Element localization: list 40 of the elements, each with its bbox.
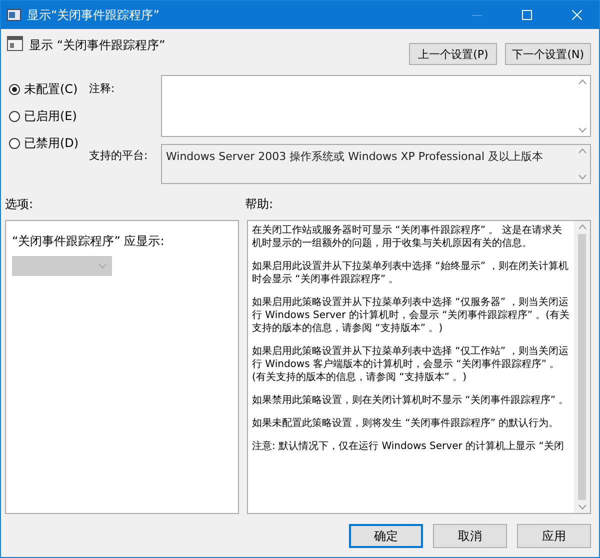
help-paragraph: 注意: 默认情况下，仅在运行 Windows Server 的计算机上显示 “关闭 bbox=[252, 440, 565, 453]
scroll-down-icon[interactable] bbox=[578, 174, 586, 180]
option-prompt: “关闭事件跟踪程序” 应显示: bbox=[12, 233, 166, 250]
help-paragraph: 如果启用此策略设置并从下拉菜单列表中选择 “仅服务器” ，则当关闭运行 Windows Server 的计算机时，会显示 “关闭事件跟踪程序” 。(有关支持的版本的信息，请参阅 “支持版本” 。) bbox=[252, 296, 570, 335]
scroll-up-icon[interactable] bbox=[578, 148, 586, 154]
help-paragraph: 如果启用此策略设置并从下拉菜单列表中选择 “仅工作站” ，则当关闭运行 Windows 客户端版本的计算机时，会显示 “关闭事件跟踪程序” 。(有关支持的版本的信息，请参阅 “支持版本” 。) bbox=[252, 345, 570, 384]
platform-label: 支持的平台: bbox=[89, 148, 149, 164]
radio-button[interactable] bbox=[9, 84, 20, 95]
radio-label: 未配置(C) bbox=[24, 81, 78, 98]
radio-button[interactable] bbox=[9, 138, 20, 149]
scroll-down-icon[interactable] bbox=[578, 127, 586, 133]
options-label: 选项: bbox=[5, 196, 34, 213]
scroll-down-icon[interactable] bbox=[578, 504, 586, 510]
help-paragraph: 如果启用此设置并从下拉菜单列表中选择 “始终显示” ，则在闭关计算机时会显示 “关闭事件跟踪程序” 。 bbox=[252, 260, 570, 286]
comment-label: 注释: bbox=[89, 81, 116, 97]
help-paragraph: 如果禁用此策略设置，则在关闭计算机时不显示 “关闭事件跟踪程序” 。 bbox=[252, 394, 570, 407]
minimize-icon[interactable] bbox=[472, 14, 482, 16]
close-icon[interactable] bbox=[572, 10, 582, 20]
scroll-up-icon[interactable] bbox=[578, 224, 586, 230]
next-setting-button[interactable]: 下一个设置(N) bbox=[505, 43, 591, 65]
policy-title: 显示 “关闭事件跟踪程序” bbox=[29, 37, 166, 54]
policy-icon bbox=[7, 35, 23, 51]
dialog-button[interactable]: 确定 bbox=[349, 524, 423, 548]
dialog-button[interactable]: 取消 bbox=[433, 524, 507, 548]
chevron-down-icon bbox=[98, 263, 107, 269]
radio-label: 已禁用(D) bbox=[24, 135, 79, 152]
help-paragraph: 如果未配置此策略设置，则将发生 “关闭事件跟踪程序” 的默认行为。 bbox=[252, 417, 560, 430]
scroll-up-icon[interactable] bbox=[578, 79, 586, 85]
platform-text: Windows Server 2003 操作系统或 Windows XP Professional 及以上版本 bbox=[165, 149, 544, 165]
comment-field[interactable] bbox=[161, 75, 591, 137]
help-label: 帮助: bbox=[245, 196, 274, 213]
scrollbar[interactable] bbox=[574, 221, 590, 513]
previous-setting-button[interactable]: 上一个设置(P) bbox=[409, 43, 498, 65]
radio-label: 已启用(E) bbox=[24, 108, 77, 125]
maximize-icon[interactable] bbox=[522, 10, 532, 20]
window-title: 显示“关闭事件跟踪程序” bbox=[27, 6, 160, 24]
radio-button[interactable] bbox=[9, 111, 20, 122]
help-paragraph: 在关闭工作站或服务器时可显示 “关闭事件跟踪程序” 。 这是在请求关机时显示的一组额外的问题，用于收集与关机原因有关的信息。 bbox=[252, 224, 563, 250]
policy-icon bbox=[7, 9, 21, 21]
dialog-button[interactable]: 应用 bbox=[517, 524, 591, 548]
